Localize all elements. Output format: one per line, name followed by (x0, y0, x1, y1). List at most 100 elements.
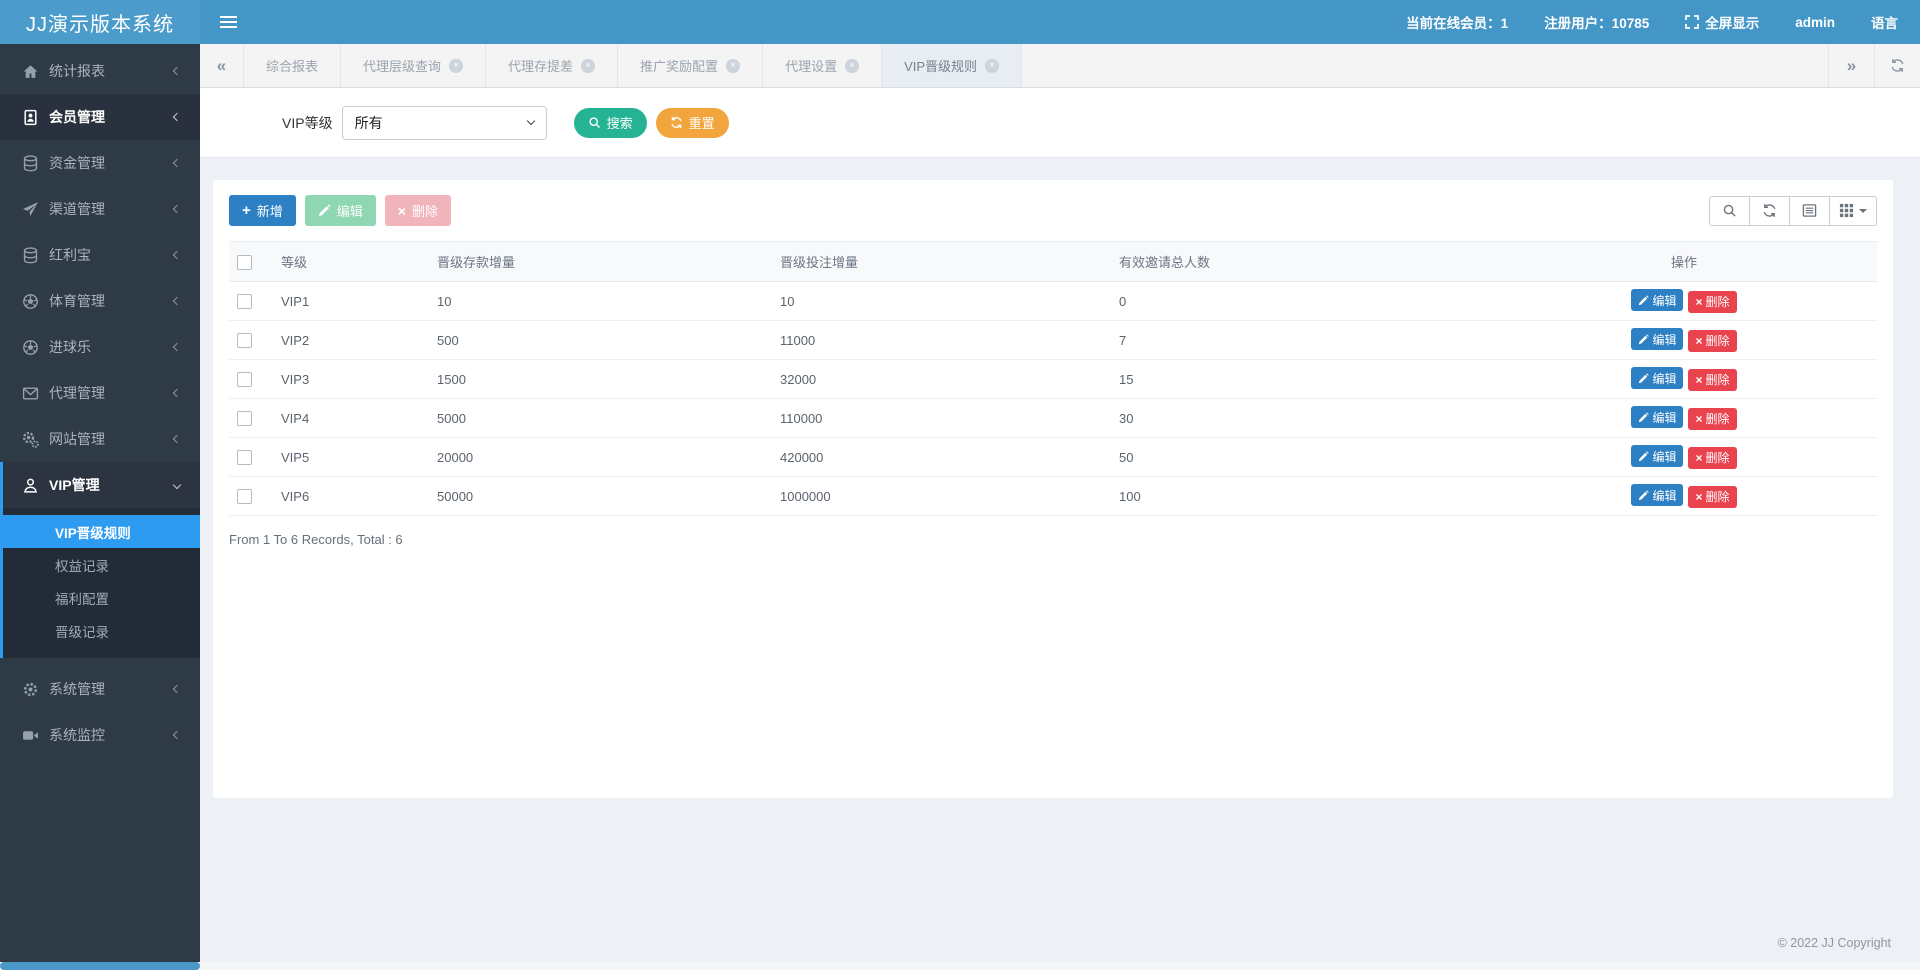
row-checkbox[interactable] (237, 489, 252, 504)
col-bet-increment: 晋级投注增量 (772, 242, 1111, 282)
select-all-checkbox[interactable] (237, 255, 252, 270)
row-checkbox[interactable] (237, 450, 252, 465)
tab-vip-promotion-rules[interactable]: VIP晋级规则 × (882, 44, 1022, 87)
gear-icon (22, 681, 39, 698)
sidebar-item-sports-mgmt[interactable]: 体育管理 (0, 278, 200, 324)
cell-invites: 7 (1111, 321, 1491, 360)
refresh-icon (1762, 203, 1777, 218)
vip-level-select[interactable]: 所有 (342, 106, 547, 140)
cell-deposit: 500 (429, 321, 772, 360)
tab-agent-deposit-diff[interactable]: 代理存提差 × (486, 44, 618, 87)
copyright-text: © 2022 JJ Copyright (1778, 936, 1891, 950)
vip-submenu: VIP晋级规则 权益记录 福利配置 晋级记录 (3, 508, 200, 658)
sidebar-item-label: VIP管理 (49, 475, 100, 495)
row-edit-button[interactable]: 编辑 (1631, 367, 1683, 389)
tab-promo-reward-config[interactable]: 推广奖励配置 × (618, 44, 763, 87)
vip-level-selected-value: 所有 (355, 113, 383, 133)
row-edit-button[interactable]: 编辑 (1631, 289, 1683, 311)
user-menu[interactable]: admin (1795, 15, 1835, 30)
sidebar-item-label: 资金管理 (49, 153, 105, 173)
chevron-left-icon (173, 113, 181, 121)
sidebar-item-vip-mgmt[interactable]: VIP管理 (3, 462, 200, 508)
grid-columns-icon (1839, 203, 1854, 218)
refresh-table-button[interactable] (1749, 196, 1790, 226)
close-icon[interactable]: × (985, 59, 999, 73)
edit-button-disabled[interactable]: 编辑 (305, 195, 376, 226)
columns-dropdown-button[interactable] (1829, 196, 1877, 226)
sidebar-item-system-monitor[interactable]: 系统监控 (0, 712, 200, 758)
edit-icon (1638, 295, 1649, 306)
reset-button[interactable]: 重置 (656, 108, 729, 138)
search-button[interactable]: 搜索 (574, 108, 647, 138)
sidebar-subitem-promotion-records[interactable]: 晋级记录 (3, 614, 200, 647)
online-members-status: 当前在线会员：1 (1406, 12, 1508, 32)
sidebar-subitem-welfare-config[interactable]: 福利配置 (3, 581, 200, 614)
sidebar-item-funds-mgmt[interactable]: 资金管理 (0, 140, 200, 186)
sidebar-item-site-mgmt[interactable]: 网站管理 (0, 416, 200, 462)
cell-level: VIP5 (273, 438, 429, 477)
tab-comprehensive-report[interactable]: 综合报表 (244, 44, 341, 87)
sidebar-item-stats-report[interactable]: 统计报表 (0, 48, 200, 94)
row-delete-button[interactable]: ×删除 (1688, 408, 1736, 430)
scrollbar-thumb[interactable] (0, 962, 200, 970)
row-edit-button[interactable]: 编辑 (1631, 328, 1683, 350)
search-toggle-button[interactable] (1709, 196, 1750, 226)
cell-level: VIP2 (273, 321, 429, 360)
tab-agent-level-query[interactable]: 代理层级查询 × (341, 44, 486, 87)
language-menu[interactable]: 语言 (1871, 12, 1898, 32)
row-delete-button[interactable]: ×删除 (1688, 486, 1736, 508)
edit-icon (1638, 334, 1649, 345)
row-edit-button[interactable]: 编辑 (1631, 445, 1683, 467)
refresh-tab-button[interactable] (1874, 44, 1920, 87)
row-delete-button[interactable]: ×删除 (1688, 369, 1736, 391)
row-delete-button[interactable]: ×删除 (1688, 291, 1736, 313)
delete-button-disabled[interactable]: × 删除 (385, 195, 451, 226)
tabbar-controls: » (1828, 44, 1920, 87)
row-checkbox[interactable] (237, 294, 252, 309)
row-delete-button[interactable]: ×删除 (1688, 330, 1736, 352)
tabs-scroll-right-button[interactable]: » (1828, 44, 1874, 87)
hamburger-menu-icon[interactable] (200, 0, 256, 44)
chevron-left-icon (173, 67, 181, 75)
row-edit-button[interactable]: 编辑 (1631, 484, 1683, 506)
fullscreen-toggle[interactable]: 全屏显示 (1685, 12, 1759, 32)
sidebar-subitem-rights-records[interactable]: 权益记录 (3, 548, 200, 581)
user-icon (22, 477, 39, 494)
sidebar-item-label: 代理管理 (49, 383, 105, 403)
row-edit-button[interactable]: 编辑 (1631, 406, 1683, 428)
sidebar-subitem-vip-promotion-rules[interactable]: VIP晋级规则 (3, 515, 200, 548)
close-icon[interactable]: × (581, 59, 595, 73)
row-delete-button[interactable]: ×删除 (1688, 447, 1736, 469)
chevron-down-icon (173, 481, 181, 489)
edit-icon (1638, 373, 1649, 384)
col-deposit-increment: 晋级存款增量 (429, 242, 772, 282)
chevron-left-icon (173, 389, 181, 397)
row-checkbox[interactable] (237, 333, 252, 348)
sidebar-item-label: 红利宝 (49, 245, 91, 265)
brand-logo: JJ演示版本系统 (0, 0, 200, 44)
envelope-icon (22, 385, 39, 402)
sidebar-item-channel-mgmt[interactable]: 渠道管理 (0, 186, 200, 232)
close-icon[interactable]: × (449, 59, 463, 73)
horizontal-scrollbar[interactable] (0, 962, 1920, 970)
detail-view-button[interactable] (1789, 196, 1830, 226)
row-checkbox[interactable] (237, 372, 252, 387)
chevron-left-icon (173, 159, 181, 167)
tab-agent-settings[interactable]: 代理设置 × (763, 44, 882, 87)
close-icon[interactable]: × (845, 59, 859, 73)
sidebar-item-goal-fun[interactable]: 进球乐 (0, 324, 200, 370)
sidebar-item-agent-mgmt[interactable]: 代理管理 (0, 370, 200, 416)
close-icon[interactable]: × (726, 59, 740, 73)
sidebar-item-system-mgmt[interactable]: 系统管理 (0, 666, 200, 712)
card-toolbar: + 新增 编辑 × 删除 (229, 195, 1877, 226)
edit-icon (1638, 412, 1649, 423)
sidebar-item-member-mgmt[interactable]: 会员管理 (0, 94, 200, 140)
cell-deposit: 5000 (429, 399, 772, 438)
member-card-icon (22, 109, 39, 126)
sidebar-group-vip-mgmt: VIP管理 VIP晋级规则 权益记录 福利配置 晋级记录 (0, 462, 200, 658)
row-checkbox[interactable] (237, 411, 252, 426)
table-header-row: 等级 晋级存款增量 晋级投注增量 有效邀请总人数 操作 (229, 242, 1877, 282)
sidebar-item-bonus-treasure[interactable]: 红利宝 (0, 232, 200, 278)
add-button[interactable]: + 新增 (229, 195, 296, 226)
tabs-scroll-left-button[interactable]: « (200, 44, 244, 87)
